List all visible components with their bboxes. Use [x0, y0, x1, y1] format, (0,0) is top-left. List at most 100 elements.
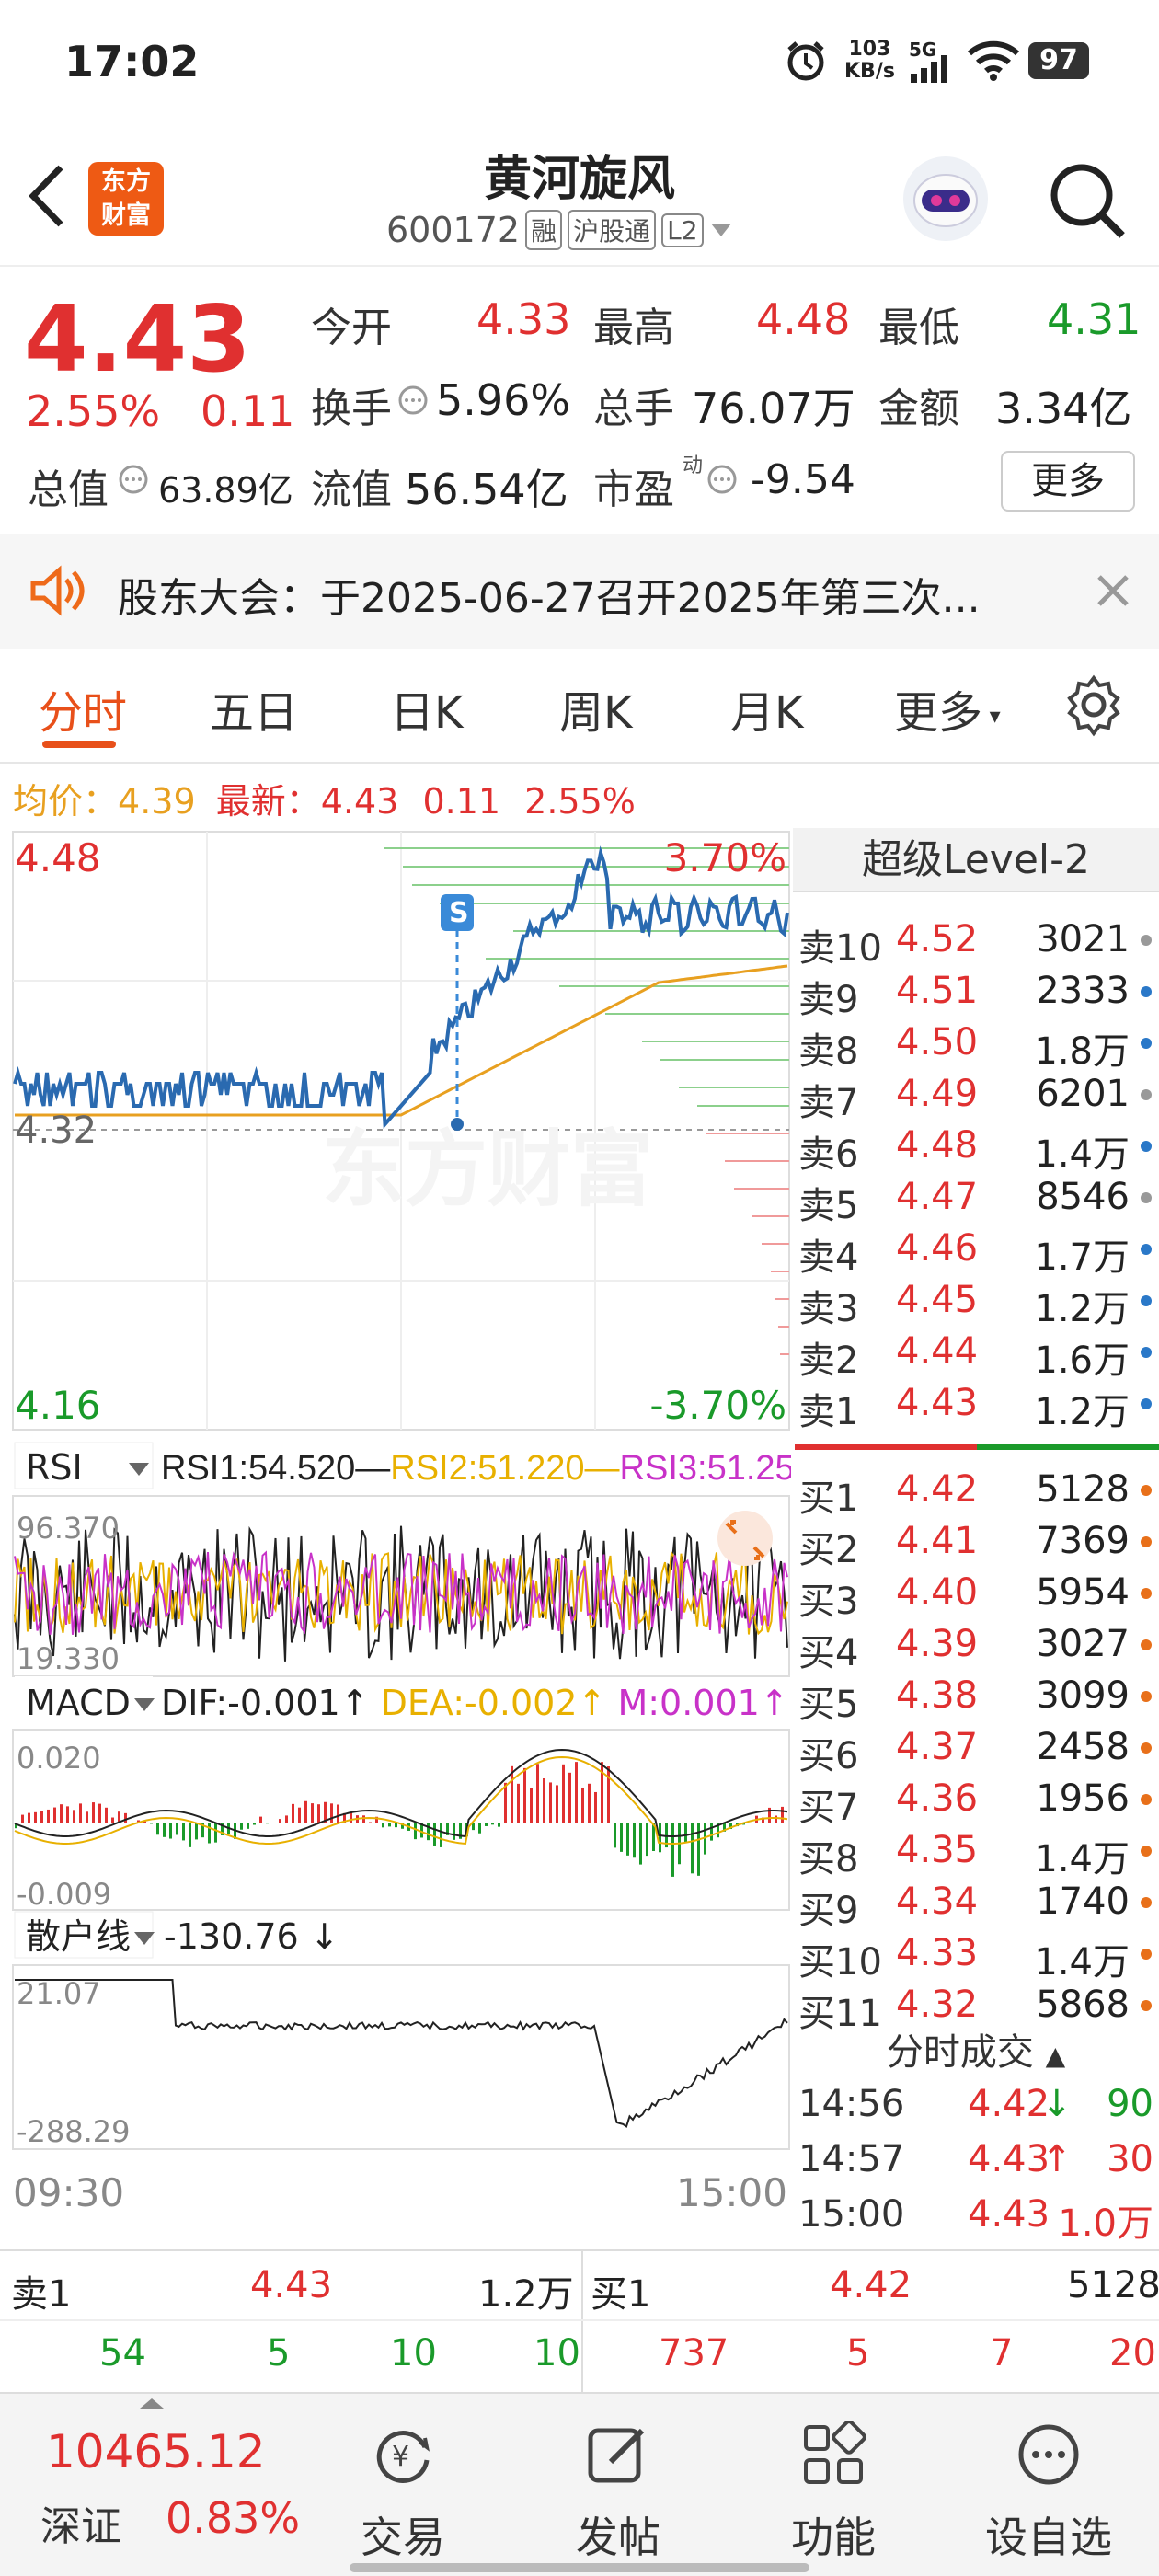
status-dot: [1141, 1639, 1152, 1650]
buy-volume: 2458: [1036, 1726, 1130, 1768]
more-dots-icon: [1018, 2424, 1079, 2485]
search-icon[interactable]: [1047, 160, 1126, 239]
buy-row[interactable]: 买2 4.41 7369: [793, 1516, 1159, 1571]
tab-monthly-k[interactable]: 月K: [730, 676, 803, 741]
float-value: 56.54亿: [405, 465, 568, 514]
buy-price: 4.33: [896, 1932, 979, 1974]
svg-text:0.020: 0.020: [17, 1741, 101, 1776]
book-divider: [795, 1444, 1159, 1450]
notice-bar[interactable]: 股东大会：于2025-06-27召开2025年第三次...: [0, 534, 1159, 649]
ticks-title[interactable]: 分时成交 ▲: [793, 2022, 1159, 2076]
pe-dynamic-tag: 动: [683, 454, 704, 477]
open-label: 今开: [311, 305, 392, 351]
sell-volume: 6201: [1036, 1073, 1130, 1115]
status-dot: [1141, 1949, 1152, 1960]
sell-level-label: 卖5: [798, 1185, 859, 1227]
margin-tag: 融: [525, 210, 563, 250]
pe-value: -9.54: [751, 456, 855, 503]
index-value[interactable]: 10465.12: [46, 2425, 266, 2478]
stock-code-row[interactable]: 600172 融 沪股通 L2: [386, 207, 733, 253]
robot-assistant-icon[interactable]: [901, 155, 990, 243]
sell-level-label: 卖2: [798, 1340, 859, 1382]
expand-up-icon[interactable]: [138, 2396, 166, 2409]
buy-price: 4.32: [896, 1984, 979, 2026]
sell-price: 4.47: [896, 1176, 979, 1218]
status-dot: [1141, 1691, 1152, 1702]
sell-level-label: 卖6: [798, 1133, 859, 1176]
sell-count: 10: [534, 2332, 580, 2375]
buy-row[interactable]: 买1 4.42 5128: [793, 1465, 1159, 1520]
sell-price: 4.43: [896, 1382, 979, 1424]
svg-text:-130.76 ↓: -130.76 ↓: [164, 1916, 339, 1957]
nav-trade[interactable]: ¥ 交易: [311, 2403, 495, 2562]
buy-level-label: 买6: [798, 1735, 859, 1777]
low-label: 最低: [878, 305, 959, 351]
nav-function[interactable]: 功能: [741, 2403, 925, 2562]
buy-row[interactable]: 买9 4.34 1740: [793, 1877, 1159, 1932]
sell-row[interactable]: 卖4 4.46 1.7万: [793, 1224, 1159, 1279]
tab-weekly-k[interactable]: 周K: [559, 676, 632, 741]
level2-orderbook[interactable]: 卖10 4.52 3021 卖9 4.51 2333 卖8 4.50 1.8万 卖7 4.49 620…: [793, 892, 1159, 2314]
buy-row[interactable]: 买3 4.40 5954: [793, 1568, 1159, 1623]
sell-volume: 1.8万: [1034, 1030, 1130, 1073]
chart-area[interactable]: 均价：4.39 最新：4.43 0.11 2.55% 东方财富 S 4.48 4…: [0, 764, 791, 2249]
level2-title[interactable]: 超级Level-2: [793, 828, 1159, 892]
tab-intraday[interactable]: 分时: [39, 676, 127, 741]
buy-level-label: 买7: [798, 1787, 859, 1829]
sell-row[interactable]: 卖10 4.52 3021: [793, 914, 1159, 970]
intraday-chart-svg[interactable]: 东方财富 S 4.48 4.32 4.16 3.70% -3.70% RSI R…: [0, 830, 791, 2247]
buy-count: 737: [659, 2332, 729, 2375]
close-icon[interactable]: [1095, 572, 1131, 609]
more-button[interactable]: 更多: [1001, 451, 1135, 512]
buy-row[interactable]: 买10 4.33 1.4万: [793, 1928, 1159, 1984]
sell-row[interactable]: 卖5 4.47 8546: [793, 1172, 1159, 1227]
buy-row[interactable]: 买6 4.37 2458: [793, 1722, 1159, 1777]
info-icon[interactable]: [118, 464, 149, 495]
pe-label: 市盈: [593, 466, 674, 513]
buy-price: 4.39: [896, 1623, 979, 1665]
tick-time: 14:57: [798, 2138, 905, 2180]
tick-direction: ↓: [1041, 2083, 1073, 2125]
buy-volume: 1956: [1036, 1777, 1130, 1820]
buy-level-label: 买9: [798, 1890, 859, 1932]
buy-row[interactable]: 买5 4.38 3099: [793, 1671, 1159, 1726]
quote-panel: 4.43 2.55% 0.11 今开 4.33 最高 4.48 最低 4.31 …: [0, 267, 1159, 534]
info-icon[interactable]: [706, 464, 738, 495]
turnover-label: 换手: [311, 385, 392, 432]
nav-add-watchlist[interactable]: 设自选: [957, 2403, 1141, 2562]
tab-daily-k[interactable]: 日K: [390, 676, 463, 741]
settings-gear-icon[interactable]: [1061, 673, 1126, 737]
buy-row[interactable]: 买7 4.36 1956: [793, 1774, 1159, 1829]
buy-level-label: 买10: [798, 1941, 882, 1984]
sell-row[interactable]: 卖2 4.44 1.6万: [793, 1327, 1159, 1382]
sell-row[interactable]: 卖6 4.48 1.4万: [793, 1121, 1159, 1176]
time-end: 15:00: [676, 2170, 787, 2215]
tab-five-day[interactable]: 五日: [210, 676, 298, 741]
sell-row[interactable]: 卖1 4.43 1.2万: [793, 1378, 1159, 1433]
index-name: 深证: [40, 2503, 121, 2550]
sell-volume: 8546: [1036, 1176, 1130, 1218]
nav-post[interactable]: 发帖: [526, 2403, 710, 2562]
tick-price: 4.43: [968, 2193, 1050, 2236]
stock-code: 600172: [386, 210, 521, 250]
status-dot: [1141, 1192, 1152, 1203]
sell-count: 5: [267, 2332, 291, 2375]
sell-row[interactable]: 卖9 4.51 2333: [793, 966, 1159, 1021]
sell-row[interactable]: 卖8 4.50 1.8万: [793, 1018, 1159, 1073]
status-dot: [1141, 986, 1152, 997]
tab-more[interactable]: 更多 ▾: [894, 676, 1001, 741]
buy-row[interactable]: 买8 4.35 1.4万: [793, 1825, 1159, 1880]
sell-price: 4.51: [896, 970, 979, 1012]
sell-price: 4.52: [896, 918, 979, 960]
edit-post-icon: [588, 2428, 645, 2483]
status-dot: [1141, 2000, 1152, 2011]
sell-price: 4.50: [896, 1021, 979, 1064]
status-dot: [1141, 1897, 1152, 1908]
sell-count: 10: [390, 2332, 437, 2375]
buy-level-label: 买2: [798, 1529, 859, 1571]
buy-row[interactable]: 买4 4.39 3027: [793, 1619, 1159, 1674]
sell-row[interactable]: 卖7 4.49 6201: [793, 1069, 1159, 1124]
battery-indicator: 97: [1028, 42, 1089, 79]
sell-row[interactable]: 卖3 4.45 1.2万: [793, 1275, 1159, 1330]
info-icon[interactable]: [397, 385, 429, 416]
